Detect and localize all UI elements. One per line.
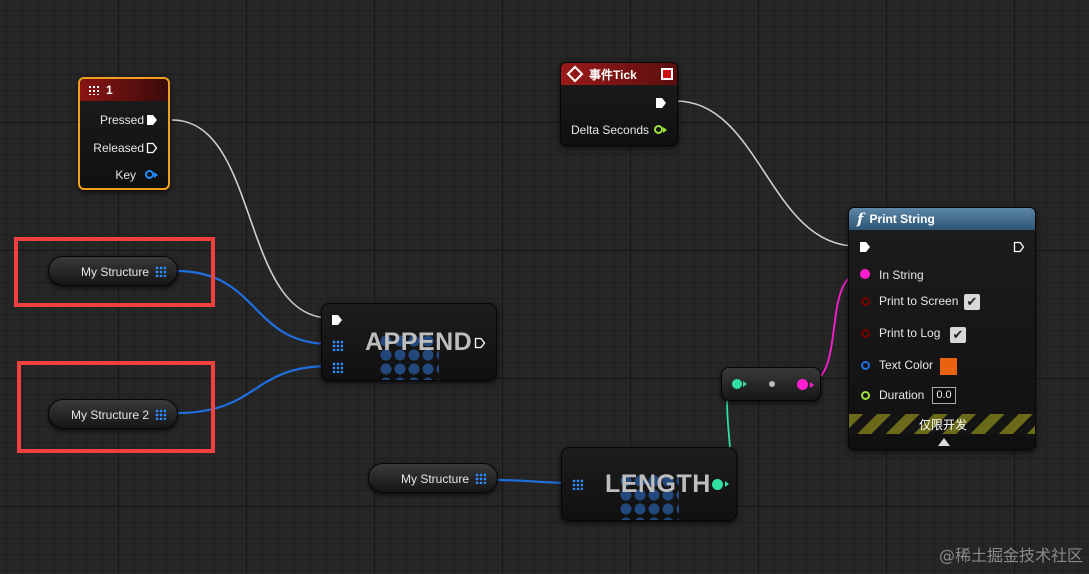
event-diamond-icon — [566, 65, 584, 83]
append-exec-out-pin-icon[interactable] — [474, 337, 486, 349]
event-tick-title: 事件Tick — [589, 67, 637, 82]
keyboard-icon — [88, 85, 100, 95]
duration-field[interactable]: 0.0 — [932, 387, 956, 404]
pin-label-pressed: Pressed — [99, 113, 144, 127]
key-event-header: 1 — [80, 79, 168, 101]
struct-wire-mystructure-length — [494, 478, 571, 485]
append-node[interactable]: APPEND — [321, 303, 497, 381]
text-color-pin-icon[interactable] — [861, 361, 870, 370]
print-string-node[interactable]: f Print String In String Print to Screen… — [848, 207, 1036, 450]
pin-label-key: Key — [115, 168, 136, 182]
length-title: LENGTH — [605, 470, 711, 498]
length-node[interactable]: LENGTH — [561, 447, 737, 521]
key-event-node[interactable]: 1 Pressed Released Key — [78, 77, 170, 190]
function-icon: f — [857, 210, 864, 228]
duration-pin-icon[interactable] — [861, 391, 870, 400]
print-to-screen-pin-icon[interactable] — [861, 297, 870, 306]
conversion-in-pin-icon[interactable] — [732, 379, 742, 389]
exec-wire-tick-print — [675, 100, 857, 247]
my-structure-length-label: My Structure — [401, 472, 470, 486]
pin-label-print-to-screen: Print to Screen — [879, 294, 959, 308]
pin-label-in-string: In String — [879, 268, 924, 282]
pin-label-print-to-log: Print to Log — [879, 326, 941, 340]
exec-out-pin-icon[interactable] — [655, 97, 667, 109]
conversion-in-arrow-icon — [743, 381, 747, 387]
length-int-out-pin-icon[interactable] — [712, 479, 723, 490]
print-exec-in-pin-icon[interactable] — [859, 241, 871, 253]
highlight-box-my-structure-2 — [17, 361, 215, 453]
append-title: APPEND — [365, 328, 473, 356]
watermark: @稀土掘金技术社区 — [938, 546, 1083, 565]
key-pin-arrow-icon — [154, 172, 158, 178]
append-exec-in-pin-icon[interactable] — [331, 314, 343, 326]
dev-only-label: 仅限开发 — [919, 418, 968, 432]
expand-arrow-icon[interactable] — [938, 438, 950, 446]
key-event-title: 1 — [106, 83, 113, 97]
text-color-swatch[interactable] — [940, 358, 957, 375]
in-string-pin-icon[interactable] — [860, 269, 870, 279]
highlight-box-my-structure — [14, 237, 215, 307]
print-to-log-checkbox[interactable]: ✔ — [950, 327, 966, 343]
print-exec-out-pin-icon[interactable] — [1013, 241, 1025, 253]
delta-seconds-arrow-icon — [663, 127, 667, 133]
pin-label-duration: Duration — [879, 388, 925, 402]
my-structure-length-variable-node[interactable]: My Structure — [368, 463, 498, 493]
event-tick-header: 事件Tick — [561, 63, 677, 85]
conversion-dot-icon — [769, 381, 775, 387]
length-array-in-pin-icon[interactable] — [572, 479, 583, 490]
print-string-title: Print String — [869, 212, 935, 226]
append-target-array-pin-icon[interactable] — [332, 340, 343, 351]
key-pin-circle-icon[interactable] — [145, 170, 154, 179]
conversion-out-pin-icon[interactable] — [797, 379, 808, 390]
print-string-header: f Print String — [849, 208, 1035, 230]
exec-pin-pressed-icon[interactable] — [146, 114, 158, 126]
length-out-arrow-icon — [725, 481, 729, 487]
delegate-pin-icon[interactable] — [661, 68, 673, 80]
exec-pin-released-icon[interactable] — [146, 142, 158, 154]
int-to-string-conversion-node[interactable] — [721, 367, 821, 401]
print-to-log-pin-icon[interactable] — [861, 329, 870, 338]
pin-label-text-color: Text Color — [879, 358, 934, 372]
my-structure-length-out-pin-icon[interactable] — [475, 473, 486, 484]
print-to-screen-checkbox[interactable]: ✔ — [964, 294, 980, 310]
delta-seconds-pin-icon[interactable] — [654, 125, 663, 134]
event-tick-node[interactable]: 事件Tick Delta Seconds — [560, 62, 678, 146]
pin-label-delta-seconds: Delta Seconds — [571, 123, 650, 137]
append-source-array-pin-icon[interactable] — [332, 362, 343, 373]
conversion-out-arrow-icon — [810, 382, 814, 388]
pin-label-released: Released — [93, 141, 144, 155]
